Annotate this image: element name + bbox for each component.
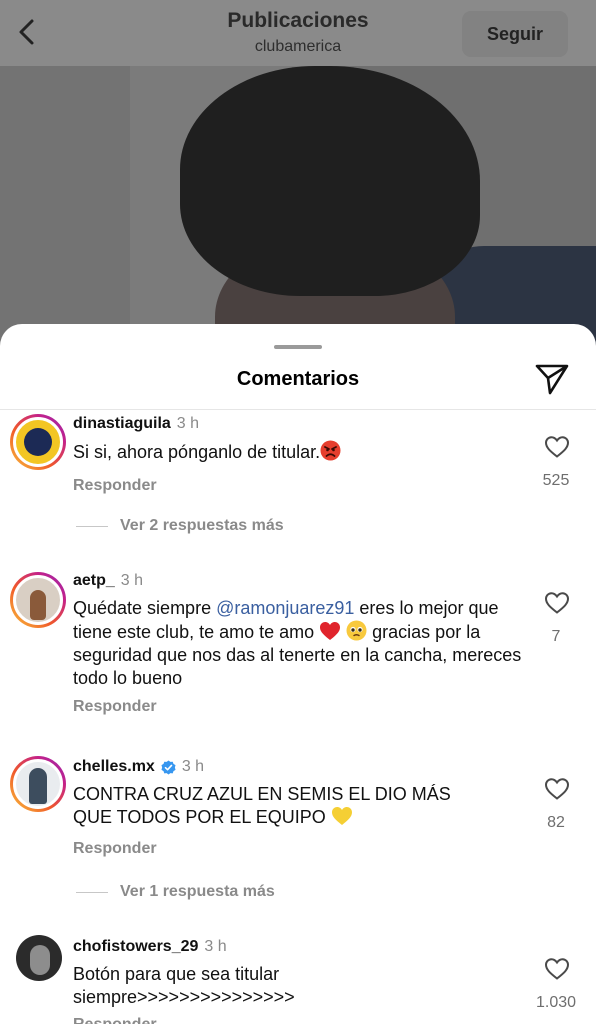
- comment-header: chofistowers_29 3 h: [73, 938, 227, 956]
- comment-text-content: Si si, ahora pónganlo de titular.: [73, 442, 321, 462]
- like-count: 525: [542, 472, 570, 489]
- comment-header: chelles.mx 3 h: [73, 758, 204, 776]
- post-header: Publicaciones clubamerica Seguir: [0, 0, 596, 66]
- pleading-face-icon: [346, 620, 367, 641]
- view-replies-label: Ver 2 respuestas más: [120, 517, 284, 534]
- avatar[interactable]: [10, 572, 66, 628]
- username[interactable]: dinastiaguila: [73, 415, 171, 433]
- timestamp: 3 h: [204, 938, 227, 955]
- timestamp: 3 h: [120, 572, 144, 589]
- sheet-title: Comentarios: [236, 368, 360, 390]
- timestamp: 3 h: [176, 415, 200, 432]
- view-replies-button[interactable]: Ver 2 respuestas más: [76, 517, 284, 535]
- view-replies-label: Ver 1 respuesta más: [120, 883, 275, 900]
- comment-header: aetp_ 3 h: [73, 572, 143, 590]
- comment-header: dinastiaguila 3 h: [73, 415, 199, 433]
- timestamp: 3 h: [181, 758, 205, 775]
- comment-text: Botón para que sea titular siempre>>>>>>…: [73, 964, 295, 1007]
- username[interactable]: chelles.mx: [73, 758, 155, 776]
- view-replies-button[interactable]: Ver 1 respuesta más: [76, 883, 275, 901]
- comment-text: CONTRA CRUZ AZUL EN SEMIS EL DIO MÁS QUE…: [73, 783, 493, 829]
- like-count: 82: [547, 814, 565, 831]
- sheet-drag-handle[interactable]: [274, 345, 322, 349]
- divider: [0, 409, 596, 410]
- divider: [76, 891, 108, 893]
- reply-button[interactable]: Responder: [73, 840, 157, 858]
- avatar[interactable]: [10, 414, 66, 470]
- post-photo: [0, 66, 596, 366]
- avatar[interactable]: [10, 756, 66, 812]
- yellow-heart-icon: [331, 807, 352, 825]
- red-heart-icon: [320, 622, 341, 640]
- reply-button[interactable]: Responder: [73, 1016, 157, 1024]
- mention-link[interactable]: @ramonjuarez91: [216, 598, 354, 618]
- divider: [76, 525, 108, 527]
- comments-sheet: Comentarios dinastiaguila 3 h Si si, aho…: [0, 324, 596, 1024]
- share-icon[interactable]: [534, 362, 570, 396]
- angry-face-icon: [320, 440, 341, 461]
- like-count: 1.030: [535, 994, 577, 1011]
- reply-button[interactable]: Responder: [73, 477, 157, 495]
- username[interactable]: chofistowers_29: [73, 938, 198, 956]
- like-heart-icon[interactable]: [544, 435, 570, 459]
- reply-button[interactable]: Responder: [73, 698, 157, 716]
- comment-text-content: Quédate siempre: [73, 598, 217, 618]
- like-heart-icon[interactable]: [544, 777, 570, 801]
- follow-button[interactable]: Seguir: [462, 11, 568, 57]
- like-heart-icon[interactable]: [544, 957, 570, 981]
- like-heart-icon[interactable]: [544, 591, 570, 615]
- comment-text-content: CONTRA CRUZ AZUL EN SEMIS EL DIO MÁS QUE…: [73, 784, 451, 827]
- comment-text: Quédate siempre @ramonjuarez91 eres lo m…: [73, 597, 523, 690]
- comment-text: Si si, ahora pónganlo de titular.: [73, 440, 533, 464]
- avatar[interactable]: [16, 935, 62, 981]
- verified-badge-icon: [161, 759, 176, 775]
- like-count: 7: [551, 628, 561, 645]
- username[interactable]: aetp_: [73, 572, 115, 590]
